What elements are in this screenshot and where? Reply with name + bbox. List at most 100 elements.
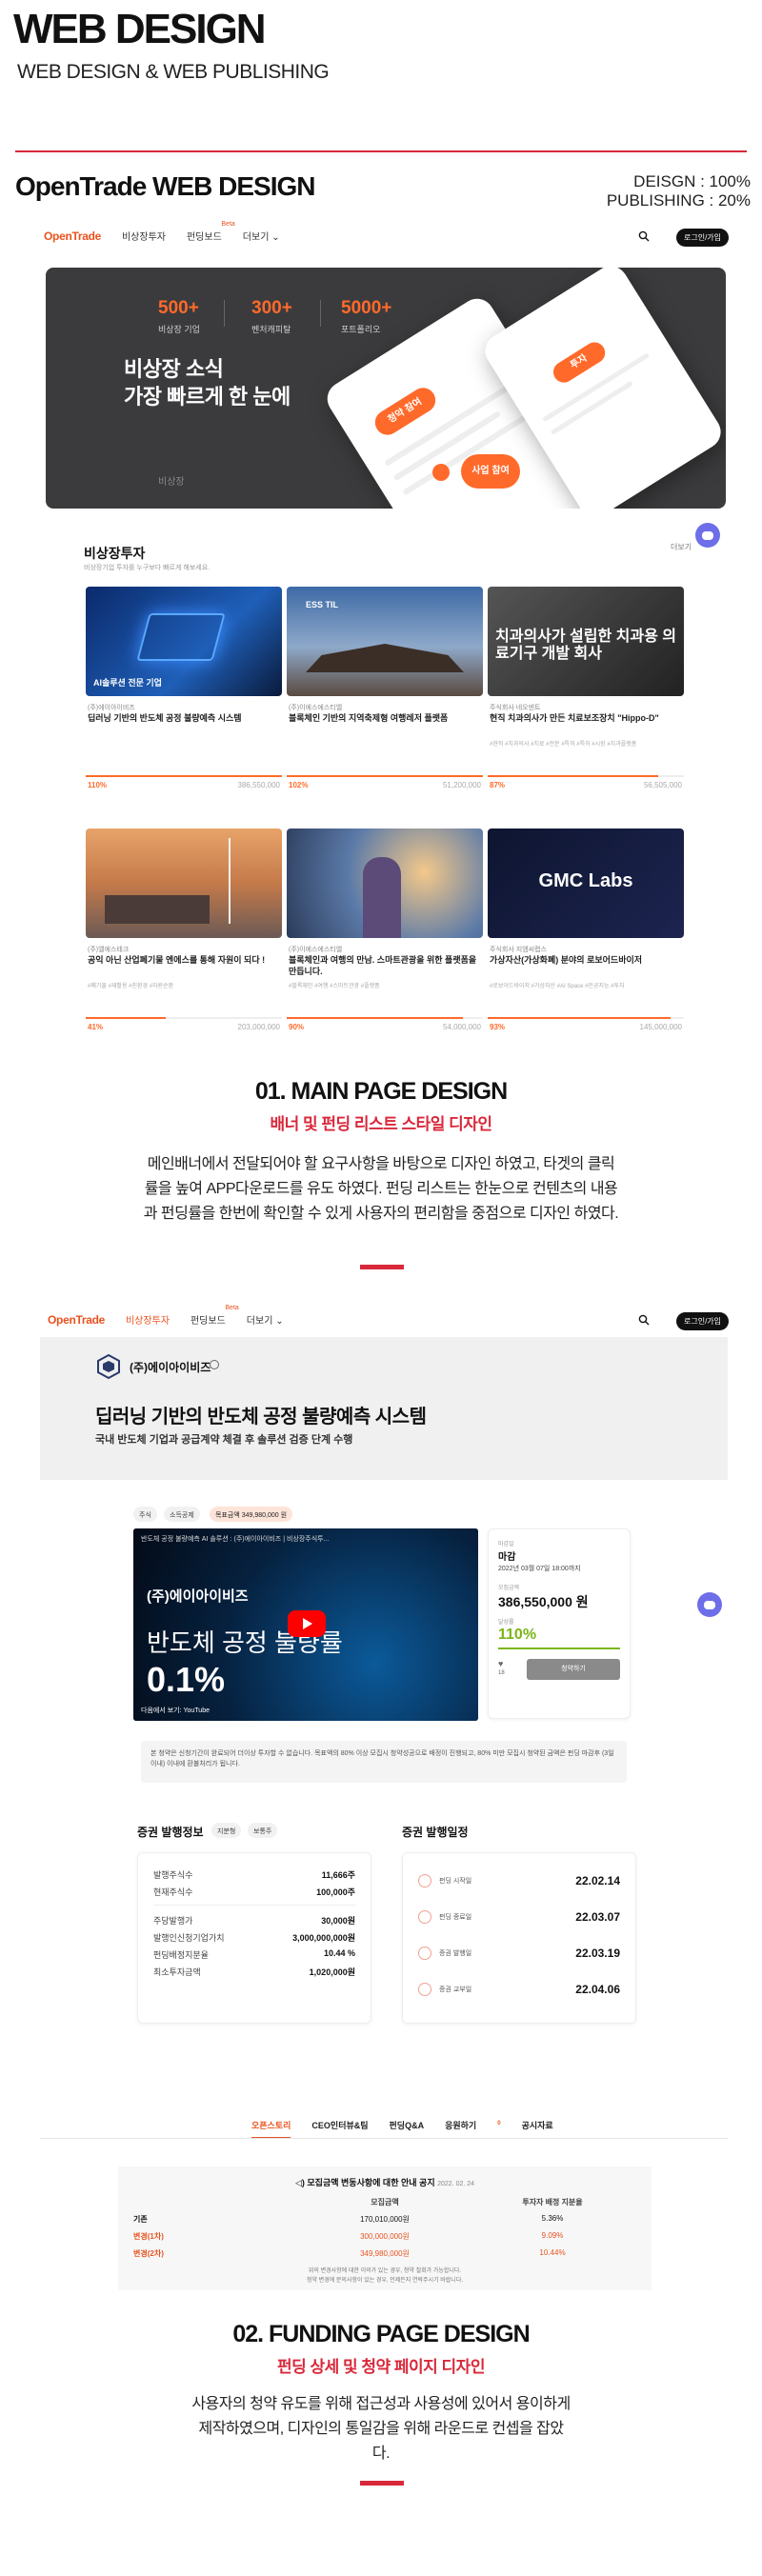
info-row: 최소투자금액 1,020,000원 — [153, 1967, 355, 1977]
video-player[interactable]: 반도체 공정 불량예측 AI 솔루션 : (주)에이아이비즈 | 비상장주식투.… — [133, 1528, 478, 1721]
nav-item-more[interactable]: 더보기 ⌄ — [247, 1312, 284, 1327]
design-ratio: DEISGN : 100% — [633, 172, 751, 190]
schedule-row: 증권 발행일 22.03.19 — [418, 1939, 620, 1967]
tab-disclosure[interactable]: 공시자료 — [522, 2119, 553, 2139]
info-row: 발행인신청기업가치 3,000,000,000원 — [153, 1933, 355, 1943]
table-title: ◁) 모집금액 변동사항에 대한 안내 공지 2022. 02. 24 — [294, 2178, 475, 2187]
card-company: 주식회사 지엠씨랩스 — [490, 947, 547, 953]
rate-bar — [498, 1647, 620, 1649]
login-button[interactable]: 로그인/가입 — [676, 1312, 730, 1330]
rate: 110% — [498, 1627, 537, 1643]
invest-card[interactable]: (주)이에스에스티엘 블록체인과 여행의 만남. 스마트관광을 위한 플랫폼을 … — [287, 829, 483, 1043]
table-note: 청약 변경에 문의사항이 있는 경우, 언제든지 연락주시기 바랍니다. — [306, 2278, 464, 2284]
turbine-graphic — [229, 838, 231, 924]
notice-box: 본 청약은 신청기간이 완료되어 더이상 투자할 수 없습니다. 목표액의 80… — [141, 1741, 627, 1783]
card-percent: 90% — [289, 1023, 305, 1031]
tag-chip: 지분형 — [211, 1823, 242, 1838]
divider — [153, 1905, 355, 1906]
card-name: 블록체인과 여행의 만남. 스마트관광을 위한 플랫폼을 만듭니다. — [289, 955, 477, 976]
play-button[interactable] — [288, 1610, 326, 1637]
calendar-icon — [418, 1874, 431, 1887]
tag-chip: 주식 — [133, 1507, 157, 1522]
notice-table: ◁) 모집금액 변동사항에 대한 안내 공지 2022. 02. 24 모집금액… — [118, 2167, 652, 2290]
progress-bar — [488, 775, 684, 777]
accent-bar — [360, 2481, 404, 2486]
card-name: 블록체인 기반의 지역축제형 여행레저 플랫폼 — [289, 713, 449, 723]
schedule-title: 증권 발행일정 — [402, 1826, 469, 1839]
nav-item-invest[interactable]: 비상장투자 — [126, 1312, 170, 1327]
card-name: 현직 치과의사가 만든 치료보조장치 "Hippo-D" — [490, 713, 659, 723]
card-company: 주식회사 네오덴트 — [490, 705, 541, 711]
apply-button[interactable]: 청약하기 — [527, 1659, 620, 1680]
invest-card[interactable]: 치과의사가 설립한 치과용 의료기구 개발 회사 주식회사 네오덴트 현직 치과… — [488, 587, 684, 801]
search-icon[interactable] — [638, 1314, 650, 1326]
status-label: 마감일 — [498, 1542, 514, 1548]
section-body: 사용자의 청약 유도를 위해 접근성과 사용성에 있어서 용이하게 제작하였으며… — [191, 2396, 571, 2462]
phone-pill: 투자 — [549, 338, 610, 387]
company-logo-icon — [97, 1353, 120, 1380]
stat-label: 비상장 기업 — [158, 325, 200, 334]
progress-bar — [488, 1017, 684, 1019]
section-desc: 비상장기업 투자를 누구보다 빠르게 해보세요. — [84, 565, 211, 571]
amount-label: 모집금액 — [498, 1586, 520, 1591]
schedule-row: 펀딩 종료일 22.03.07 — [418, 1903, 620, 1931]
info-row: 주당발행가 30,000원 — [153, 1916, 355, 1926]
apply-pill: 사업 참여 — [461, 454, 520, 489]
section-subheading: 펀딩 상세 및 청약 페이지 디자인 — [277, 2358, 485, 2376]
stat-label: 포트폴리오 — [341, 325, 381, 334]
login-button[interactable]: 로그인/가입 — [676, 229, 730, 247]
palace-graphic — [306, 644, 464, 672]
invest-card[interactable]: GMC Labs 주식회사 지엠씨랩스 가상자산(가상화폐) 분야의 로보어드바… — [488, 829, 684, 1043]
card-tags: #블록체인 #여행 #스마트관광 #플랫폼 — [289, 984, 380, 989]
table-row: 변경(1차) 300,000,000원 9.09% — [133, 2231, 564, 2241]
info-row: 현재주식수 100,000주 — [153, 1887, 355, 1897]
card-image — [287, 829, 483, 938]
tab-ceo-interview[interactable]: CEO인터뷰&팀 — [311, 2119, 368, 2139]
chat-icon[interactable] — [695, 523, 720, 548]
card-tags: #로보어드바이저 #가상자산 #AI Space #인공지능 #투자 — [490, 984, 625, 989]
nav-item-funding[interactable]: 펀딩보드 Beta — [187, 221, 235, 243]
heart-icon[interactable]: ♥ — [498, 1659, 503, 1668]
tab-open-story[interactable]: 오픈스토리 — [251, 2119, 291, 2139]
main-banner[interactable]: 500+ 비상장 기업 300+ 벤처캐피탈 5000+ 포트폴리오 비상장 소… — [46, 268, 726, 509]
table-row: 변경(2차) 349,980,000원 10.44% — [133, 2248, 566, 2258]
company-name: (주)에이아이비즈 — [130, 1361, 211, 1374]
more-link[interactable]: 더보기 — [671, 542, 692, 552]
info-row: 펀딩배정지분율 10.44 % — [153, 1948, 355, 1960]
tab-cheer[interactable]: 응원하기 0 — [445, 2119, 500, 2139]
card-image: 치과의사가 설립한 치과용 의료기구 개발 회사 — [488, 587, 684, 696]
calendar-icon — [418, 1910, 431, 1924]
chat-icon[interactable] — [697, 1592, 722, 1617]
card-name: 딥러닝 기반의 반도체 공정 불량예측 시스템 — [88, 713, 242, 723]
card-percent: 110% — [88, 781, 108, 789]
chip-graphic — [136, 613, 226, 661]
divider — [320, 300, 321, 327]
video-footer[interactable]: 다음에서 보기: YouTube — [141, 1706, 210, 1715]
deadline: 2022년 03월 07일 18:00까지 — [498, 1566, 581, 1572]
table-row: 기존 170,010,000원 5.36% — [133, 2214, 564, 2224]
card-amount: 51,200,000 — [442, 781, 481, 789]
search-icon[interactable] — [638, 230, 650, 242]
phone-pill: 청약 참여 — [370, 383, 441, 440]
verified-icon — [210, 1360, 219, 1369]
card-percent: 87% — [490, 781, 506, 789]
logo[interactable]: OpenTrade — [48, 1313, 105, 1327]
nav-item-more[interactable]: 더보기 ⌄ — [243, 229, 280, 243]
invest-card[interactable]: AI솔루션 전문 기업 (주)에이아이비즈 딥러닝 기반의 반도체 공정 불량예… — [86, 587, 282, 801]
section-heading: 01. MAIN PAGE DESIGN — [254, 1078, 508, 1105]
invest-card[interactable]: ESS TIL (주)이에스에스티엘 블록체인 기반의 지역축제형 여행레저 플… — [287, 587, 483, 801]
invest-card[interactable]: (주)엘에스테크 공익 아닌 산업폐기물 엔에스를 통해 자원이 되다 ! #폐… — [86, 829, 282, 1043]
chevron-down-icon: ⌄ — [275, 1316, 284, 1327]
progress-bar — [86, 775, 282, 777]
divider — [15, 150, 747, 152]
tab-qna[interactable]: 펀딩Q&A — [390, 2119, 425, 2139]
card-company: (주)에이아이비즈 — [88, 705, 135, 711]
card-name: 공익 아닌 산업폐기물 엔에스를 통해 자원이 되다 ! — [88, 955, 266, 965]
logo[interactable]: OpenTrade — [44, 230, 101, 243]
card-tags: #폐기물 #재활용 #친환경 #자원순환 — [88, 984, 174, 989]
tag-chip: 소득공제 — [164, 1507, 200, 1522]
nav-item-invest[interactable]: 비상장투자 — [122, 229, 166, 243]
nav-item-funding[interactable]: 펀딩보드 Beta — [190, 1305, 239, 1327]
progress-bar — [287, 775, 483, 777]
table-header: 모집금액 투자자 배정 지분율 — [371, 2198, 583, 2207]
